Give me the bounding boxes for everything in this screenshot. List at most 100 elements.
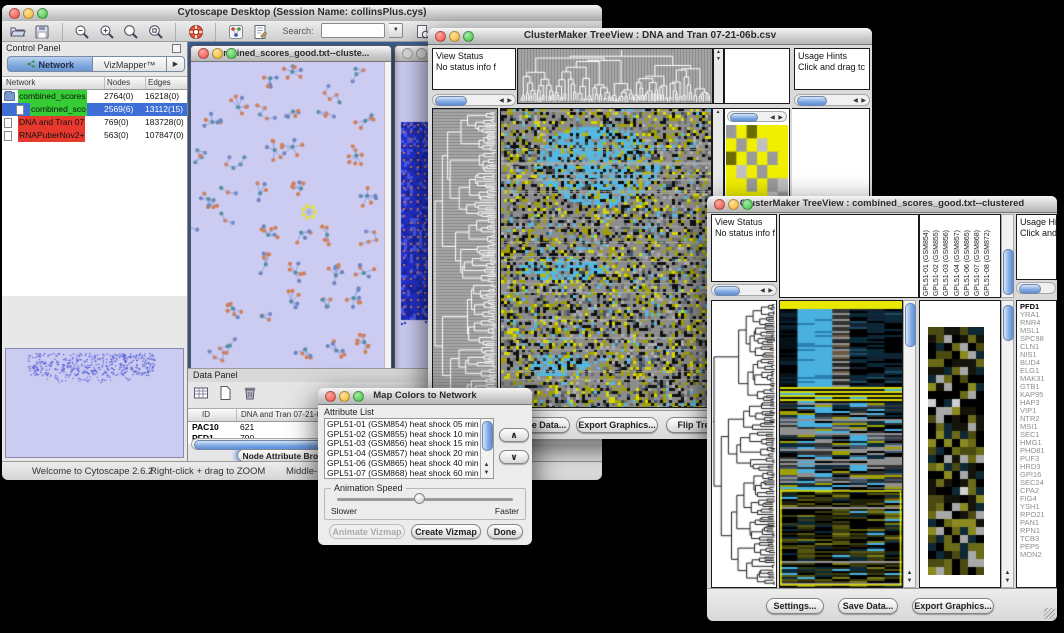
tv2-status-hscrollbar[interactable]: ◀ ▶ xyxy=(711,284,777,296)
tv2-row-label[interactable]: MON2 xyxy=(1020,551,1045,559)
birdseye-view[interactable] xyxy=(5,348,184,458)
minimize-button[interactable] xyxy=(416,48,427,59)
scrollbar-thumb[interactable] xyxy=(482,421,493,451)
vizmap-icon[interactable] xyxy=(227,23,245,41)
search-dropdown-button[interactable]: ▼ xyxy=(389,23,403,38)
zoom-button[interactable] xyxy=(226,48,237,59)
scroll-arrows-icon[interactable]: ◀ ▶ xyxy=(770,114,784,121)
tv1-column-scroll-strip[interactable]: ▲▼ xyxy=(713,48,724,104)
minimize-button[interactable] xyxy=(728,199,739,210)
zoom-in-icon[interactable] xyxy=(98,23,116,41)
tab-vizmapper[interactable]: VizMapper™ xyxy=(93,56,167,72)
scroll-down-icon[interactable]: ▼ xyxy=(481,470,492,477)
treeview1-titlebar[interactable]: ClusterMaker TreeView : DNA and Tran 07-… xyxy=(428,28,872,45)
scrollbar-thumb[interactable] xyxy=(714,286,740,296)
zoom-button[interactable] xyxy=(353,391,364,402)
delete-attribute-icon[interactable] xyxy=(241,384,259,402)
scroll-arrows-icon[interactable]: ◀ ▶ xyxy=(499,97,513,104)
tv2-column-dendrogram[interactable] xyxy=(779,214,919,298)
zoom-fit-icon[interactable] xyxy=(122,23,140,41)
tv2-save-data-button[interactable]: Save Data... xyxy=(838,598,898,614)
create-vizmap-button[interactable]: Create Vizmap xyxy=(411,524,481,539)
move-up-button[interactable]: ∧ xyxy=(499,428,529,442)
close-button[interactable] xyxy=(402,48,413,59)
save-session-button[interactable] xyxy=(33,23,51,41)
minimize-button[interactable] xyxy=(23,8,34,19)
animation-speed-slider[interactable] xyxy=(337,498,513,501)
tv1-status-hscrollbar[interactable]: ◀ ▶ xyxy=(432,94,516,106)
dialog-titlebar[interactable]: Map Colors to Network xyxy=(318,388,532,405)
scrollbar-thumb[interactable] xyxy=(730,113,758,122)
scrollbar-thumb[interactable] xyxy=(1003,249,1014,295)
help-lifering-icon[interactable] xyxy=(187,23,205,41)
network-row[interactable]: RNAPuberNov2+ 563(0) 107847(0) xyxy=(2,129,187,142)
resize-grip[interactable] xyxy=(1044,608,1055,619)
annotation-icon[interactable] xyxy=(251,23,269,41)
tv2-column-label[interactable]: GPL51-03 (GSM856) xyxy=(943,230,950,296)
tv1-heatmap[interactable] xyxy=(500,108,712,408)
zoom-out-icon[interactable] xyxy=(73,23,91,41)
network-row[interactable]: DNA and Tran 07 769(0) 183728(0) xyxy=(2,116,187,129)
close-button[interactable] xyxy=(9,8,20,19)
scrollbar-thumb[interactable] xyxy=(905,303,916,347)
network-window-1-titlebar[interactable]: combined_scores_good.txt--cluste... xyxy=(191,46,391,62)
tv2-row-dendrogram[interactable] xyxy=(711,300,777,588)
move-down-button[interactable]: ∨ xyxy=(499,450,529,464)
minimize-button[interactable] xyxy=(449,31,460,42)
animate-vizmap-button[interactable]: Animate Vizmap xyxy=(329,524,405,539)
scroll-down-icon[interactable]: ▼ xyxy=(904,578,915,585)
main-window-titlebar[interactable]: Cytoscape Desktop (Session Name: collins… xyxy=(2,5,602,22)
tv2-zoom-heatmap[interactable] xyxy=(928,327,984,575)
scroll-up-icon[interactable]: ▲ xyxy=(481,462,492,469)
new-attribute-icon[interactable] xyxy=(216,384,234,402)
scrollbar-thumb[interactable] xyxy=(1019,284,1041,294)
network-row[interactable]: combined_scores 2764(0) 16218(0) xyxy=(2,90,187,103)
tv2-export-graphics-button[interactable]: Export Graphics... xyxy=(912,598,994,614)
scrollbar-thumb[interactable] xyxy=(1003,305,1014,341)
scrollbar-thumb[interactable] xyxy=(797,96,827,106)
col-id[interactable]: ID xyxy=(202,409,210,421)
minimize-button[interactable] xyxy=(339,391,350,402)
tv1-hints-hscrollbar[interactable]: ◀ ▶ xyxy=(794,94,870,106)
treeview2-titlebar[interactable]: ClusterMaker TreeView : combined_scores_… xyxy=(707,196,1057,213)
close-button[interactable] xyxy=(435,31,446,42)
close-button[interactable] xyxy=(198,48,209,59)
search-input[interactable] xyxy=(321,23,385,38)
tv1-row-dendrogram[interactable] xyxy=(432,108,498,408)
zoom-button[interactable] xyxy=(37,8,48,19)
tv2-heatmap[interactable] xyxy=(779,300,903,588)
tv2-column-label[interactable]: GPL51-06 (GSM865) xyxy=(964,230,971,296)
network-view-1-canvas[interactable] xyxy=(191,62,383,363)
tv2-zoom-vscrollbar[interactable]: ▲ ▼ xyxy=(1001,300,1014,588)
close-button[interactable] xyxy=(714,199,725,210)
col-network[interactable]: Network xyxy=(6,77,35,89)
tv1-zoom-heatmap[interactable] xyxy=(726,125,788,205)
tv2-settings-button[interactable]: Settings... xyxy=(766,598,824,614)
done-button[interactable]: Done xyxy=(487,524,523,539)
attribute-item[interactable]: GPL51-07 (GSM868) heat shock 60 min xyxy=(325,469,480,479)
network-row[interactable]: combined_sco 2569(6) 13112(15) xyxy=(2,103,187,116)
scroll-arrows-icon[interactable]: ◀ ▶ xyxy=(853,97,867,104)
zoom-selected-icon[interactable] xyxy=(147,23,165,41)
tv2-column-label[interactable]: GPL51-04 (GSM857) xyxy=(954,230,961,296)
minimize-button[interactable] xyxy=(212,48,223,59)
scrollbar-thumb[interactable] xyxy=(435,96,467,106)
tv2-hints-hscrollbar[interactable] xyxy=(1016,282,1056,294)
tv2-column-label[interactable]: GPL51-08 (GSM872) xyxy=(984,230,991,296)
col-edges[interactable]: Edges xyxy=(145,77,171,89)
scroll-down-icon[interactable]: ▼ xyxy=(1002,578,1013,585)
col-attr[interactable]: DNA and Tran 07-21-06b xyxy=(236,409,330,421)
scroll-up-icon[interactable]: ▲ xyxy=(1002,570,1013,577)
col-nodes[interactable]: Nodes xyxy=(104,77,130,89)
table-mode-icon[interactable] xyxy=(192,384,210,402)
tv1-column-dendrogram[interactable] xyxy=(517,48,713,104)
network-vscrollbar[interactable] xyxy=(384,62,391,369)
scroll-up-icon[interactable]: ▲ xyxy=(904,570,915,577)
tv2-column-label[interactable]: GPL51-07 (GSM868) xyxy=(974,230,981,296)
tv2-column-label[interactable]: GPL51-02 (GSM855) xyxy=(933,230,940,296)
birdseye-canvas[interactable] xyxy=(6,349,183,457)
scroll-arrows-icon[interactable]: ◀ ▶ xyxy=(760,287,774,294)
tv2-heatmap-vscrollbar[interactable]: ▲ ▼ xyxy=(903,300,916,588)
tab-network[interactable]: Network xyxy=(7,56,93,72)
open-session-button[interactable] xyxy=(9,23,27,41)
